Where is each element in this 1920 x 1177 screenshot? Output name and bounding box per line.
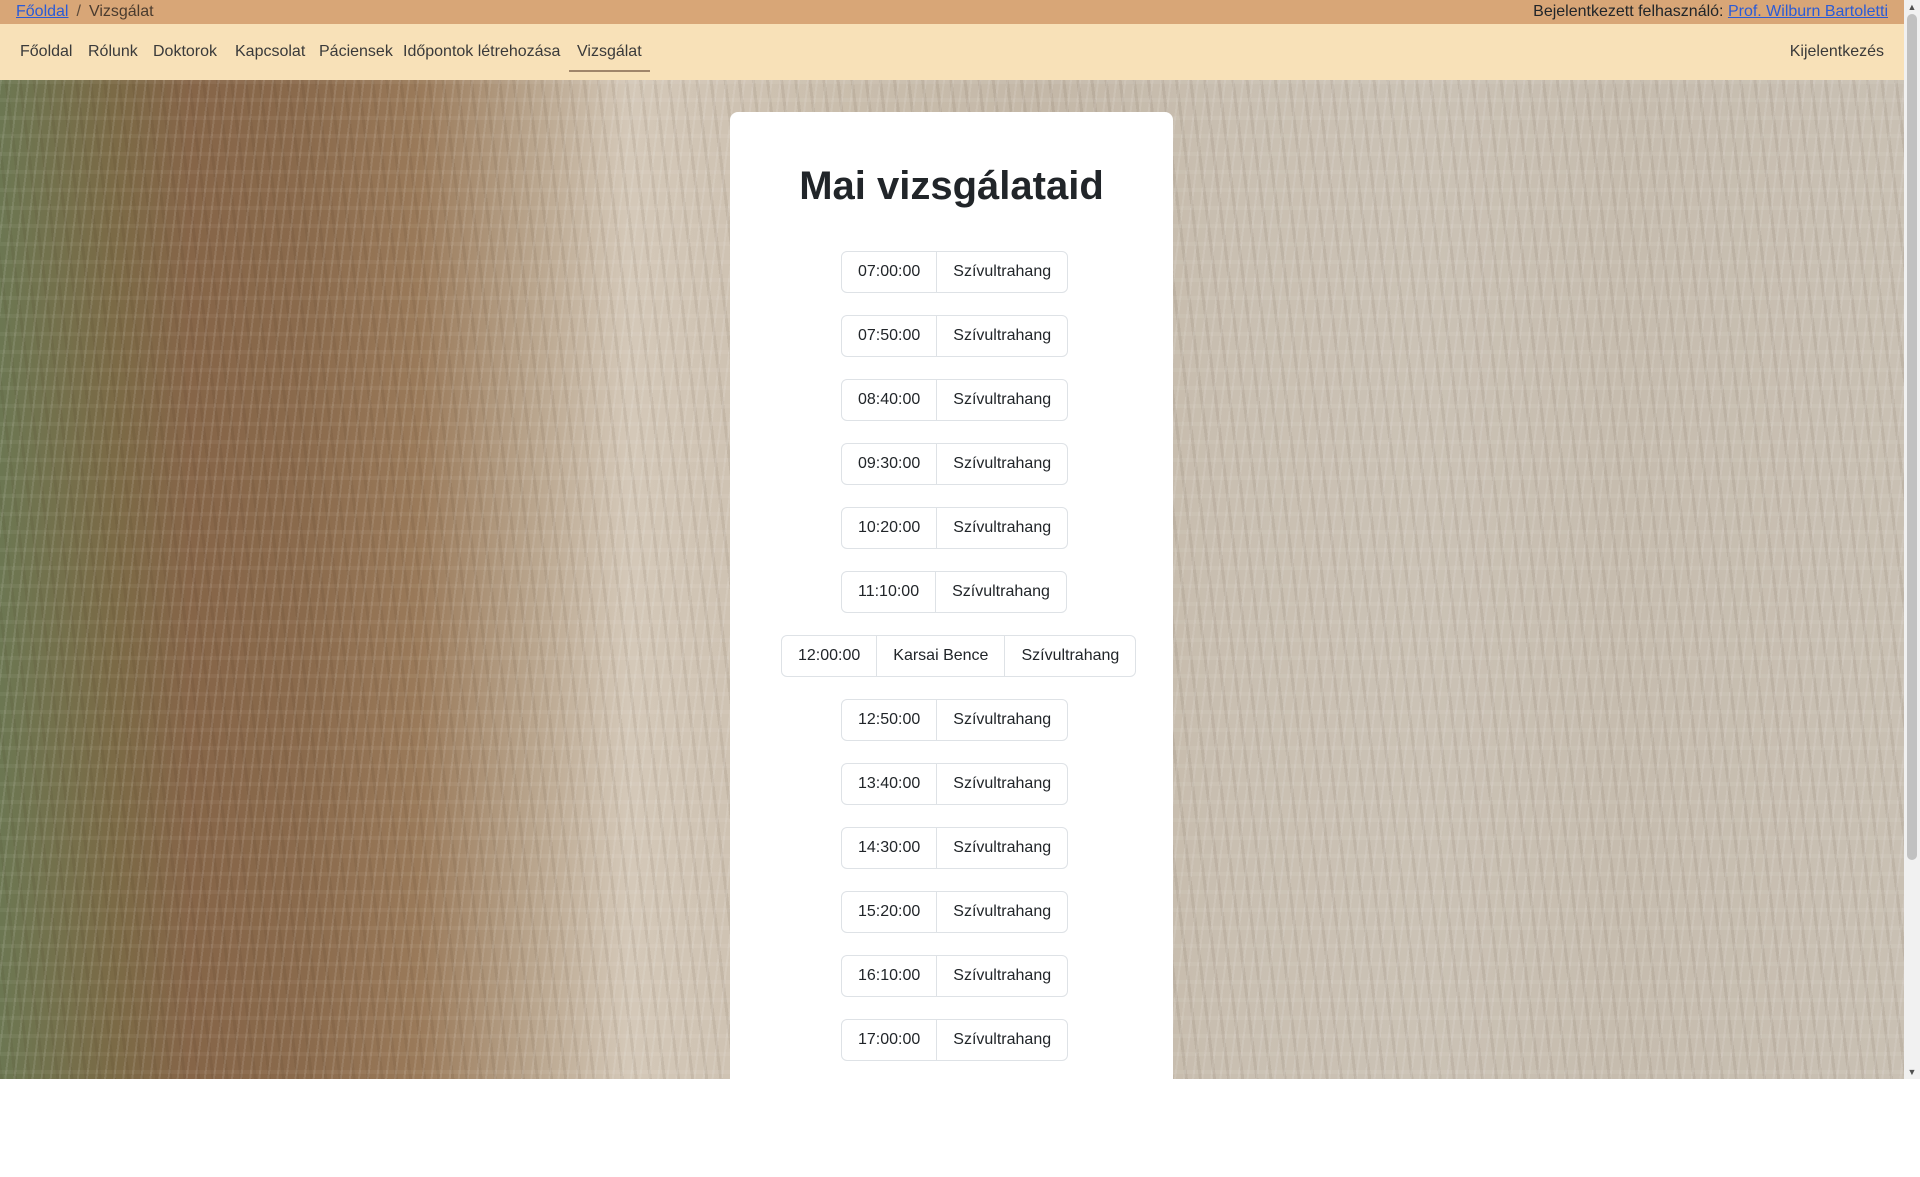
appointment-row[interactable]: 07:50:00 Szívultrahang: [841, 315, 1069, 357]
appointment-row[interactable]: 16:10:00 Szívultrahang: [841, 955, 1069, 997]
user-profile-link[interactable]: Prof. Wilburn Bartoletti: [1728, 3, 1888, 20]
appointment-type[interactable]: Szívultrahang: [936, 828, 1067, 868]
appointment-row[interactable]: 12:00:00 Karsai Bence Szívultrahang: [781, 635, 1137, 677]
appointment-type[interactable]: Szívultrahang: [936, 1020, 1067, 1060]
appointment-row[interactable]: 12:50:00 Szívultrahang: [841, 699, 1069, 741]
appointment-time[interactable]: 12:50:00: [842, 700, 936, 740]
appointment-time[interactable]: 12:00:00: [782, 636, 876, 676]
appointment-time[interactable]: 07:00:00: [842, 252, 936, 292]
breadcrumb-separator: /: [76, 3, 81, 20]
appointment-time[interactable]: 08:40:00: [842, 380, 936, 420]
appointment-type[interactable]: Szívultrahang: [936, 700, 1067, 740]
appointment-time[interactable]: 15:20:00: [842, 892, 936, 932]
appointment-row[interactable]: 09:30:00 Szívultrahang: [841, 443, 1069, 485]
appointment-row[interactable]: 07:00:00 Szívultrahang: [841, 251, 1069, 293]
appointment-time[interactable]: 10:20:00: [842, 508, 936, 548]
page-title: Mai vizsgálataid: [799, 164, 1104, 208]
appointment-type[interactable]: Szívultrahang: [936, 380, 1067, 420]
appointment-row[interactable]: 10:20:00 Szívultrahang: [841, 507, 1069, 549]
breadcrumb-current: Vizsgálat: [88, 3, 154, 20]
appointment-type[interactable]: Szívultrahang: [936, 444, 1067, 484]
appointment-time[interactable]: 13:40:00: [842, 764, 936, 804]
nav-item-create-appointments[interactable]: Időpontok létrehozása: [403, 24, 560, 80]
appointment-row[interactable]: 17:00:00 Szívultrahang: [841, 1019, 1069, 1061]
appointment-row[interactable]: 14:30:00 Szívultrahang: [841, 827, 1069, 869]
appointment-time[interactable]: 11:10:00: [842, 572, 935, 612]
appointment-type[interactable]: Szívultrahang: [936, 252, 1067, 292]
appointment-time[interactable]: 07:50:00: [842, 316, 936, 356]
page-scrollbar[interactable]: ▲ ▼: [1904, 0, 1920, 1079]
appointment-type[interactable]: Szívultrahang: [936, 892, 1067, 932]
logged-in-user: Bejelentkezett felhasználó: Prof. Wilbur…: [1533, 0, 1888, 24]
main-navbar: Főoldal Rólunk Doktorok Kapcsolat Pácien…: [0, 24, 1904, 80]
appointment-row[interactable]: 13:40:00 Szívultrahang: [841, 763, 1069, 805]
appointment-row[interactable]: 15:20:00 Szívultrahang: [841, 891, 1069, 933]
appointment-type[interactable]: Szívultrahang: [936, 316, 1067, 356]
nav-item-doctors[interactable]: Doktorok: [153, 24, 217, 80]
page-footer-blank: [0, 1079, 1920, 1177]
appointment-time[interactable]: 14:30:00: [842, 828, 936, 868]
nav-item-contact[interactable]: Kapcsolat: [235, 24, 305, 80]
appointment-time[interactable]: 16:10:00: [842, 956, 936, 996]
appointment-type[interactable]: Szívultrahang: [936, 956, 1067, 996]
appointment-time[interactable]: 17:00:00: [842, 1020, 936, 1060]
appointment-row[interactable]: 11:10:00 Szívultrahang: [841, 571, 1067, 613]
appointment-type[interactable]: Szívultrahang: [936, 764, 1067, 804]
nav-item-patients[interactable]: Páciensek: [319, 24, 393, 80]
nav-item-about[interactable]: Rólunk: [88, 24, 138, 80]
appointment-row[interactable]: 08:40:00 Szívultrahang: [841, 379, 1069, 421]
nav-item-home[interactable]: Főoldal: [20, 24, 72, 80]
appointments-card: Mai vizsgálataid 07:00:00 Szívultrahang 07…: [730, 112, 1173, 1079]
appointment-time[interactable]: 09:30:00: [842, 444, 936, 484]
scroll-up-arrow-icon[interactable]: ▲: [1904, 0, 1920, 14]
scrollbar-thumb[interactable]: [1907, 14, 1917, 860]
top-bar: Főoldal / Vizsgálat Bejelentkezett felhasz…: [0, 0, 1904, 24]
appointment-type[interactable]: Szívultrahang: [936, 508, 1067, 548]
nav-item-examination[interactable]: Vizsgálat: [569, 24, 650, 80]
logout-link[interactable]: Kijelentkezés: [1790, 24, 1884, 80]
appointment-patient[interactable]: Karsai Bence: [876, 636, 1004, 676]
scroll-down-arrow-icon[interactable]: ▼: [1904, 1065, 1920, 1079]
breadcrumb-home-link[interactable]: Főoldal: [16, 3, 68, 20]
breadcrumb: Főoldal / Vizsgálat: [16, 0, 154, 24]
appointment-type[interactable]: Szívultrahang: [1004, 636, 1135, 676]
appointment-type[interactable]: Szívultrahang: [935, 572, 1066, 612]
logged-in-user-label: Bejelentkezett felhasználó:: [1533, 3, 1724, 20]
